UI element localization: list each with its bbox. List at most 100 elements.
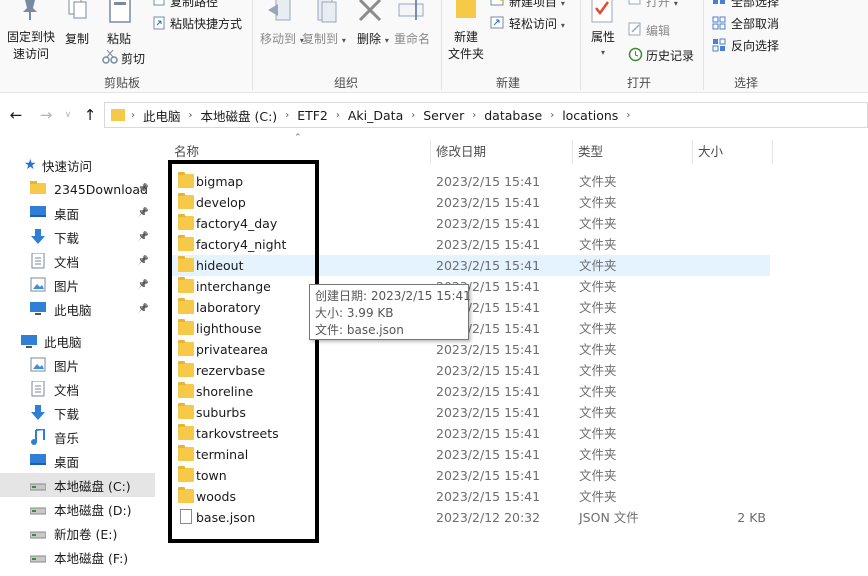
file-row[interactable]: develop 2023/2/15 15:41 文件夹 (168, 192, 770, 213)
folder-icon (178, 466, 194, 482)
sidebar-pc-item[interactable]: 本地磁盘 (C:) (0, 473, 155, 497)
file-row[interactable]: terminal 2023/2/15 15:41 文件夹 (168, 444, 770, 465)
file-type-cell: 文件夹 (579, 300, 617, 315)
dropdown-caret-icon: ▾ (600, 48, 605, 57)
file-type-cell: JSON 文件 (579, 510, 639, 525)
nav-this-pc[interactable]: 此电脑 (0, 329, 155, 353)
select-none-button[interactable]: 全部取消 (731, 15, 779, 32)
copy-path-button[interactable]: 复制路径 (170, 0, 218, 10)
breadcrumb-this-pc[interactable]: 此电脑 (137, 106, 187, 125)
nav-label: 2345Download (54, 181, 148, 197)
nav-label: 桌面 (54, 206, 80, 222)
file-type-cell: 文件夹 (579, 279, 617, 294)
breadcrumb-server[interactable]: Server (417, 108, 470, 123)
select-all-button[interactable]: 全部选择 (731, 0, 779, 10)
file-row[interactable]: woods 2023/2/15 15:41 文件夹 (168, 486, 770, 507)
breadcrumb-locations[interactable]: locations (556, 108, 624, 123)
file-row[interactable]: factory4_night 2023/2/15 15:41 文件夹 (168, 234, 770, 255)
breadcrumb-aki-data[interactable]: Aki_Data (342, 108, 409, 123)
pin-icon: 📌 (137, 304, 149, 314)
back-button[interactable]: ← (6, 104, 26, 126)
sidebar-quick-item[interactable]: 文档 📌 (0, 249, 155, 273)
column-header-date[interactable]: 修改日期 (430, 140, 572, 164)
file-row[interactable]: base.json 2023/2/12 20:32 JSON 文件 2 KB (168, 507, 770, 528)
sidebar-pc-item[interactable]: 下载 (0, 401, 155, 425)
sidebar-pc-item[interactable]: 桌面 (0, 449, 155, 473)
new-folder-button[interactable]: 新建 文件夹 (446, 29, 486, 63)
file-row[interactable]: suburbs 2023/2/15 15:41 文件夹 (168, 402, 770, 423)
copy-path-icon (152, 0, 166, 6)
file-tooltip: 创建日期: 2023/2/15 15:41 大小: 3.99 KB 文件: ba… (309, 284, 471, 340)
history-icon (628, 47, 643, 62)
nav-quick-access[interactable]: ★ 快速访问 (0, 153, 155, 177)
nav-label: 下载 (54, 406, 80, 422)
cut-button[interactable]: 剪切 (121, 50, 145, 67)
open-button[interactable]: 打开 ▾ (646, 0, 678, 10)
nav-label: 桌面 (54, 454, 80, 470)
breadcrumb-drive-c[interactable]: 本地磁盘 (C:) (195, 106, 284, 125)
file-type-cell: 文件夹 (579, 321, 617, 336)
forward-button[interactable]: → (36, 104, 56, 126)
file-row[interactable]: shoreline 2023/2/15 15:41 文件夹 (168, 381, 770, 402)
paste-shortcut-button[interactable]: 粘贴快捷方式 (170, 15, 242, 32)
history-button[interactable]: 历史记录 (646, 47, 694, 64)
file-row[interactable]: town 2023/2/15 15:41 文件夹 (168, 465, 770, 486)
pin-icon: 📌 (137, 208, 149, 218)
breadcrumb-etf2[interactable]: ETF2 (291, 108, 334, 123)
pin-quick-access-button[interactable]: 固定到快 速访问 (5, 29, 57, 63)
file-row[interactable]: factory4_day 2023/2/15 15:41 文件夹 (168, 213, 770, 234)
sidebar-pc-item[interactable]: 图片 (0, 353, 155, 377)
up-button[interactable]: ↑ (80, 104, 100, 126)
column-header-name[interactable]: 名称 (168, 140, 428, 164)
file-row[interactable]: hideout 2023/2/15 15:41 文件夹 (168, 255, 770, 276)
new-folder-label-line1: 新建 (453, 30, 478, 44)
address-bar[interactable]: › 此电脑 › 本地磁盘 (C:) › ETF2 › Aki_Data › Se… (104, 102, 868, 128)
file-row[interactable]: tarkovstreets 2023/2/15 15:41 文件夹 (168, 423, 770, 444)
sidebar-quick-item[interactable]: 桌面 📌 (0, 201, 155, 225)
file-row[interactable]: bigmap 2023/2/15 15:41 文件夹 (168, 171, 770, 192)
recent-locations-button[interactable]: ∨ (58, 104, 78, 126)
sidebar-pc-item[interactable]: 文档 (0, 377, 155, 401)
sidebar-pc-item[interactable]: 新加卷 (E:) (0, 521, 155, 545)
sidebar-quick-item[interactable]: 图片 📌 (0, 273, 155, 297)
edit-button[interactable]: 编辑 (646, 22, 670, 39)
copy-to-button[interactable]: 复制到 ▾ (302, 30, 346, 47)
easy-access-button[interactable]: 轻松访问 ▾ (509, 15, 565, 32)
folder-icon (178, 256, 194, 272)
this-pc-section: 此电脑 (0, 329, 158, 353)
properties-button[interactable]: 属性 ▾ (590, 30, 616, 60)
copy-to-label: 复制到 (302, 32, 339, 46)
file-row[interactable]: privatearea 2023/2/15 15:41 文件夹 (168, 339, 770, 360)
file-type-cell: 文件夹 (579, 174, 617, 189)
open-group-label: 打开 (627, 76, 652, 90)
copy-button[interactable]: 复制 (65, 30, 89, 47)
file-name-cell: develop (196, 195, 246, 210)
breadcrumb-separator: › (131, 109, 135, 121)
move-to-button[interactable]: 移动到 ▾ (260, 30, 304, 47)
dropdown-caret-icon: ▾ (560, 21, 565, 30)
file-size-cell (688, 255, 766, 276)
invert-selection-button[interactable]: 反向选择 (731, 37, 779, 54)
column-divider[interactable] (772, 140, 773, 164)
nav-label: 图片 (54, 358, 80, 374)
rename-button[interactable]: 重命名 (394, 30, 430, 47)
column-header-type[interactable]: 类型 (572, 140, 692, 164)
sidebar-pc-item[interactable]: 本地磁盘 (F:) (0, 545, 155, 569)
sidebar-quick-item[interactable]: 此电脑 📌 (0, 297, 155, 321)
new-item-button[interactable]: 新建项目 ▾ (509, 0, 565, 10)
sidebar-quick-item[interactable]: 下载 📌 (0, 225, 155, 249)
move-to-label: 移动到 (260, 32, 297, 46)
sidebar-pc-item[interactable]: 本地磁盘 (D:) (0, 497, 155, 521)
file-row[interactable]: rezervbase 2023/2/15 15:41 文件夹 (168, 360, 770, 381)
paste-button[interactable]: 粘贴 (107, 30, 131, 47)
sidebar-pc-item[interactable]: 音乐 (0, 425, 155, 449)
file-size-cell (688, 171, 766, 192)
file-size-cell (688, 381, 766, 402)
file-type-cell: 文件夹 (579, 468, 617, 483)
file-size-cell (688, 339, 766, 360)
sidebar-quick-item[interactable]: 2345Download 📌 (0, 177, 155, 201)
delete-button[interactable]: 删除 ▾ (357, 30, 389, 47)
file-row[interactable]: lighthouse 2023/2/15 15:41 文件夹 (168, 318, 770, 339)
breadcrumb-database[interactable]: database (478, 108, 548, 123)
column-header-size[interactable]: 大小 (692, 140, 772, 164)
